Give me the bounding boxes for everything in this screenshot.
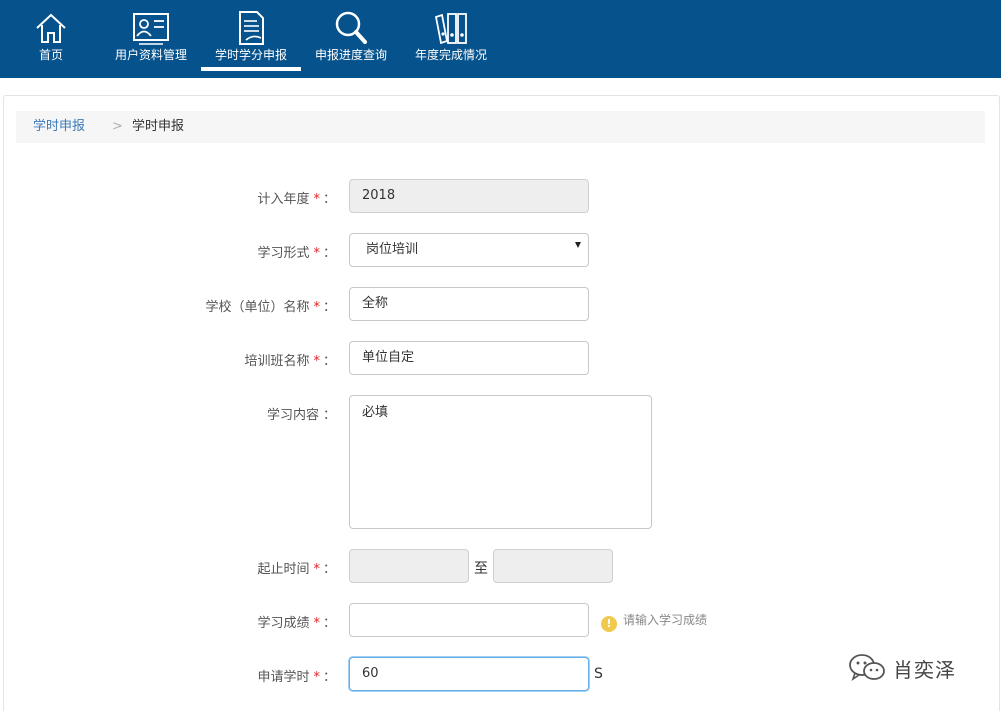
required-mark: * — [313, 192, 320, 207]
chevron-down-icon — [575, 242, 581, 248]
hours-input[interactable]: 60 — [349, 657, 589, 691]
year-field: 2018 — [349, 179, 589, 213]
search-icon — [335, 11, 367, 44]
study-content-textarea[interactable]: 必填 — [349, 395, 652, 529]
score-label-text: 学习成绩 — [257, 616, 310, 631]
class-name-label-text: 培训班名称 — [244, 354, 310, 369]
top-nav: 首页 用户资料管理 学时学分申报 申报进度查询 年度完成情况 — [0, 0, 1001, 78]
required-mark: * — [313, 616, 320, 631]
score-label: 学习成绩 *： — [257, 612, 336, 631]
required-mark: * — [313, 300, 320, 315]
start-date-input[interactable] — [349, 549, 469, 583]
nav-item-credit-report[interactable]: 学时学分申报 — [201, 0, 301, 78]
user-card-icon — [133, 13, 169, 45]
wechat-icon — [849, 654, 885, 681]
label-colon: ： — [322, 246, 336, 261]
end-date-input[interactable] — [493, 549, 613, 583]
label-colon: ： — [322, 192, 336, 207]
period-label-text: 起止时间 — [257, 562, 310, 577]
breadcrumb: 学时申报 > 学时申报 — [16, 111, 985, 143]
hours-label: 申请学时 *： — [257, 666, 336, 685]
hours-label-text: 申请学时 — [257, 670, 310, 685]
breadcrumb-separator: > — [112, 119, 123, 134]
label-colon: ： — [322, 300, 336, 315]
warning-icon: ! — [601, 616, 617, 632]
nav-item-home[interactable]: 首页 — [22, 0, 80, 78]
school-label: 学校（单位）名称 *： — [205, 296, 336, 315]
required-mark: * — [313, 246, 320, 261]
nav-label-annual-status: 年度完成情况 — [414, 48, 487, 62]
class-name-input[interactable]: 单位自定 — [349, 341, 589, 375]
nav-label-user-profile: 用户资料管理 — [114, 48, 187, 62]
class-name-label: 培训班名称 *： — [244, 350, 336, 369]
nav-item-progress-query[interactable]: 申报进度查询 — [311, 0, 391, 78]
school-label-text: 学校（单位）名称 — [205, 300, 310, 315]
watermark: 肖奕泽 — [847, 652, 956, 684]
study-form-label: 学习形式 *： — [257, 242, 336, 261]
label-colon: ： — [322, 408, 336, 423]
period-label: 起止时间 *： — [257, 558, 336, 577]
breadcrumb-current: 学时申报 — [132, 119, 185, 134]
year-label-text: 计入年度 — [257, 192, 310, 207]
label-colon: ： — [322, 562, 336, 577]
year-label: 计入年度 *： — [257, 188, 336, 207]
nav-label-home: 首页 — [38, 48, 63, 62]
content-label-text: 学习内容 — [266, 408, 319, 423]
active-tab-indicator — [201, 67, 301, 71]
home-icon — [36, 13, 66, 43]
score-hint-text: 请输入学习成绩 — [623, 613, 708, 627]
period-to-text: 至 — [474, 561, 488, 577]
breadcrumb-link[interactable]: 学时申报 — [33, 111, 85, 143]
score-input[interactable] — [349, 603, 589, 637]
books-icon — [434, 13, 467, 45]
required-mark: * — [313, 562, 320, 577]
school-name-input[interactable]: 全称 — [349, 287, 589, 321]
nav-label-progress-query: 申报进度查询 — [314, 48, 387, 62]
label-colon: ： — [322, 670, 336, 685]
study-form-select[interactable]: 岗位培训 — [349, 233, 589, 267]
label-colon: ： — [322, 354, 336, 369]
hours-unit: S — [594, 666, 603, 682]
score-hint: ! 请输入学习成绩 — [601, 611, 707, 632]
label-colon: ： — [322, 616, 336, 631]
nav-item-annual-status[interactable]: 年度完成情况 — [411, 0, 491, 78]
study-form-label-text: 学习形式 — [257, 246, 310, 261]
nav-label-credit-report: 学时学分申报 — [214, 48, 287, 62]
watermark-text: 肖奕泽 — [893, 657, 956, 682]
nav-item-user-profile[interactable]: 用户资料管理 — [111, 0, 191, 78]
content-label: 学习内容： — [267, 404, 336, 423]
required-mark: * — [313, 670, 320, 685]
required-mark: * — [313, 354, 320, 369]
document-icon — [239, 11, 264, 45]
